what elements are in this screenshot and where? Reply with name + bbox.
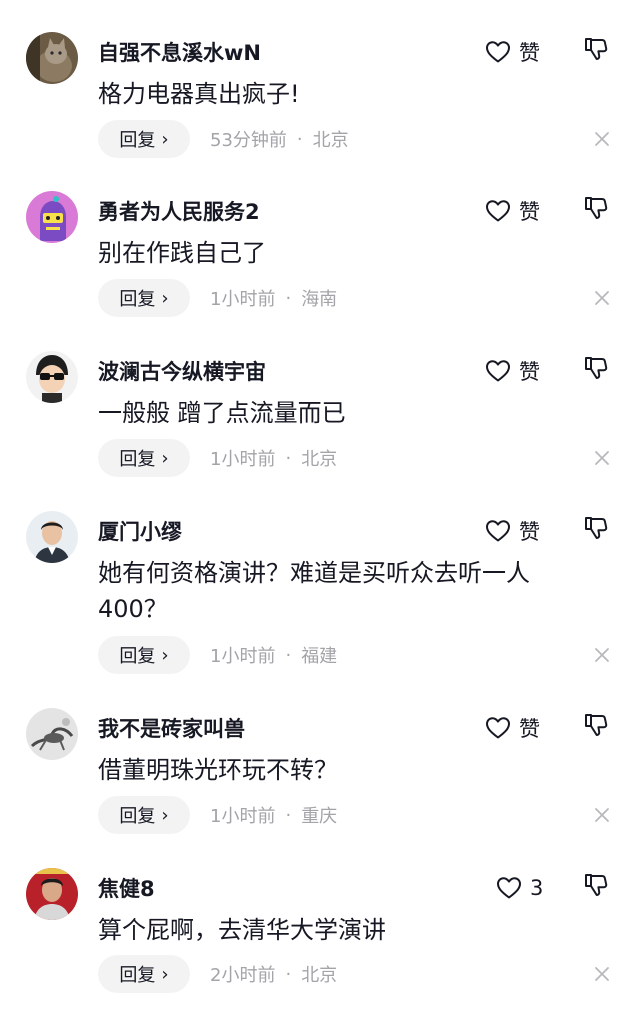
chevron-right-icon: ›	[161, 447, 169, 469]
reply-button[interactable]: 回复 ›	[98, 636, 190, 674]
location: 北京	[301, 965, 338, 986]
reply-label: 回复	[119, 646, 156, 667]
separator-dot: ·	[285, 963, 292, 985]
close-icon[interactable]	[593, 130, 611, 148]
username[interactable]: 自强不息溪水wN	[98, 37, 261, 67]
dislike-button[interactable]	[583, 36, 609, 62]
heart-outline-icon	[485, 199, 511, 223]
separator-dot: ·	[296, 128, 303, 150]
reply-label: 回复	[119, 806, 156, 827]
comment-meta: 1小时前 · 福建	[210, 636, 337, 674]
heart-outline-icon	[485, 359, 511, 383]
heart-outline-icon	[485, 716, 511, 740]
reply-button[interactable]: 回复 ›	[98, 279, 190, 317]
reply-button[interactable]: 回复 ›	[98, 796, 190, 834]
thumbs-down-icon	[583, 195, 609, 221]
comment-meta: 1小时前 · 重庆	[210, 796, 337, 834]
thumbs-down-icon	[583, 36, 609, 62]
reply-button[interactable]: 回复 ›	[98, 439, 190, 477]
reply-label: 回复	[119, 965, 156, 986]
reply-button[interactable]: 回复 ›	[98, 955, 190, 993]
like-label: 赞	[519, 41, 540, 65]
comment-text: 借董明珠光环玩不转？	[98, 756, 338, 784]
comment-meta: 1小时前 · 海南	[210, 279, 337, 317]
chevron-right-icon: ›	[161, 128, 169, 150]
heart-outline-icon	[485, 519, 511, 543]
heart-outline-icon	[496, 876, 522, 900]
comment-text: 她有何资格演讲？难道是买听众去听一人400？	[98, 559, 530, 623]
username[interactable]: 我不是砖家叫兽	[98, 713, 245, 743]
timestamp: 1小时前	[210, 289, 276, 310]
like-label: 赞	[519, 360, 540, 384]
username[interactable]: 厦门小缪	[98, 516, 182, 546]
chevron-right-icon: ›	[161, 644, 169, 666]
timestamp: 53分钟前	[210, 130, 287, 151]
timestamp: 2小时前	[210, 965, 276, 986]
comment-text: 算个屁啊，去清华大学演讲	[98, 916, 386, 944]
comment-text: 别在作践自己了	[98, 239, 266, 267]
avatar[interactable]	[26, 708, 78, 760]
timestamp: 1小时前	[210, 646, 276, 667]
reply-label: 回复	[119, 289, 156, 310]
thumbs-down-icon	[583, 515, 609, 541]
dislike-button[interactable]	[583, 872, 609, 898]
username[interactable]: 焦健8	[98, 873, 155, 903]
like-label: 赞	[519, 717, 540, 741]
avatar[interactable]	[26, 351, 78, 403]
chevron-right-icon: ›	[161, 804, 169, 826]
close-icon[interactable]	[593, 289, 611, 307]
separator-dot: ·	[285, 287, 292, 309]
avatar[interactable]	[26, 191, 78, 243]
location: 海南	[301, 289, 338, 310]
like-button[interactable]: 赞	[485, 34, 540, 70]
location: 北京	[312, 130, 349, 151]
separator-dot: ·	[285, 644, 292, 666]
comment-meta: 1小时前 · 北京	[210, 439, 337, 477]
thumbs-down-icon	[583, 355, 609, 381]
reply-label: 回复	[119, 130, 156, 151]
separator-dot: ·	[285, 804, 292, 826]
chevron-right-icon: ›	[161, 963, 169, 985]
close-icon[interactable]	[593, 646, 611, 664]
timestamp: 1小时前	[210, 449, 276, 470]
thumbs-down-icon	[583, 872, 609, 898]
dislike-button[interactable]	[583, 515, 609, 541]
close-icon[interactable]	[593, 806, 611, 824]
chevron-right-icon: ›	[161, 287, 169, 309]
dislike-button[interactable]	[583, 712, 609, 738]
like-label: 赞	[519, 520, 540, 544]
location: 北京	[301, 449, 338, 470]
comment-meta: 53分钟前 · 北京	[210, 120, 349, 158]
close-icon[interactable]	[593, 449, 611, 467]
timestamp: 1小时前	[210, 806, 276, 827]
location: 重庆	[301, 806, 338, 827]
like-button[interactable]: 3	[496, 870, 543, 906]
like-button[interactable]: 赞	[485, 710, 540, 746]
comment-text: 格力电器真出疯子!	[98, 80, 300, 108]
comment-meta: 2小时前 · 北京	[210, 955, 337, 993]
dislike-button[interactable]	[583, 195, 609, 221]
like-button[interactable]: 赞	[485, 513, 540, 549]
like-count: 3	[530, 876, 544, 900]
close-icon[interactable]	[593, 965, 611, 983]
dislike-button[interactable]	[583, 355, 609, 381]
like-button[interactable]: 赞	[485, 353, 540, 389]
avatar[interactable]	[26, 511, 78, 563]
heart-outline-icon	[485, 40, 511, 64]
avatar[interactable]	[26, 32, 78, 84]
avatar[interactable]	[26, 868, 78, 920]
like-label: 赞	[519, 200, 540, 224]
username[interactable]: 波澜古今纵横宇宙	[98, 356, 266, 386]
reply-button[interactable]: 回复 ›	[98, 120, 190, 158]
comment-text: 一般般 蹭了点流量而已	[98, 399, 346, 427]
username[interactable]: 勇者为人民服务2	[98, 196, 260, 226]
separator-dot: ·	[285, 447, 292, 469]
location: 福建	[301, 646, 338, 667]
like-button[interactable]: 赞	[485, 193, 540, 229]
thumbs-down-icon	[583, 712, 609, 738]
reply-label: 回复	[119, 449, 156, 470]
